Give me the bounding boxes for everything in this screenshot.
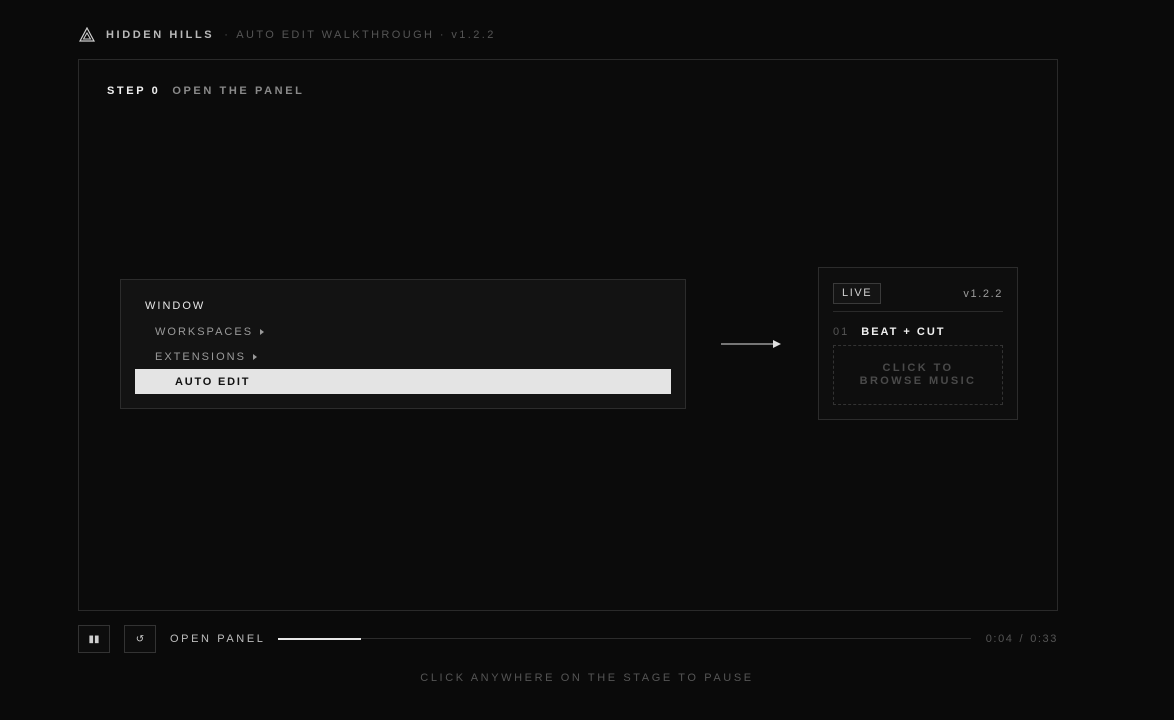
caret-right-icon <box>260 329 265 335</box>
pause-hint: CLICK ANYWHERE ON THE STAGE TO PAUSE <box>420 672 754 684</box>
time-separator: / <box>1019 633 1025 645</box>
progress-fill <box>278 637 362 640</box>
live-badge: LIVE <box>833 283 882 304</box>
brand-name: HIDDEN HILLS <box>106 29 215 41</box>
panel-divider <box>833 311 1003 312</box>
header: HIDDEN HILLS · AUTO EDIT WALKTHROUGH · v1… <box>79 26 496 44</box>
menu-item-auto-edit[interactable]: AUTO EDIT <box>135 369 671 394</box>
menu-item-workspaces[interactable]: WORKSPACES <box>155 326 265 338</box>
triangle-logo-icon <box>79 27 95 42</box>
track-name: BEAT + CUT <box>861 326 946 338</box>
browse-music-button[interactable]: CLICK TO BROWSE MUSIC <box>833 345 1003 405</box>
progress-track[interactable] <box>278 637 971 640</box>
menu-item-label: EXTENSIONS <box>155 351 246 363</box>
menu-item-extensions[interactable]: EXTENSIONS <box>155 351 257 363</box>
track-header: 01 BEAT + CUT <box>833 326 946 338</box>
time-readout: 0:04 / 0:33 <box>986 633 1058 645</box>
header-separator: · <box>224 29 231 41</box>
restart-button[interactable]: ↺ <box>124 625 156 653</box>
playback-controls: ▮▮ ↺ OPEN PANEL 0:04 / 0:33 <box>78 625 1058 653</box>
menu-heading-window[interactable]: WINDOW <box>145 300 205 312</box>
menu-item-label: AUTO EDIT <box>175 376 251 388</box>
step-header: STEP 0 OPEN THE PANEL <box>107 85 304 97</box>
current-step-label: OPEN PANEL <box>170 633 266 645</box>
track-number: 01 <box>833 326 850 338</box>
step-number: STEP 0 <box>107 85 161 97</box>
stage[interactable]: STEP 0 OPEN THE PANEL WINDOW WORKSPACES … <box>78 59 1058 611</box>
pause-button[interactable]: ▮▮ <box>78 625 110 653</box>
panel-version: v1.2.2 <box>963 288 1003 300</box>
header-subtitle: · AUTO EDIT WALKTHROUGH · v1.2.2 <box>224 29 496 41</box>
window-menu: WINDOW WORKSPACES EXTENSIONS AUTO EDIT <box>120 279 686 409</box>
menu-item-label: WORKSPACES <box>155 326 254 338</box>
walkthrough-title: AUTO EDIT WALKTHROUGH · v1.2.2 <box>236 29 496 41</box>
arrow-right-icon <box>721 340 781 348</box>
step-title: OPEN THE PANEL <box>172 85 305 97</box>
caret-right-icon <box>252 354 257 360</box>
auto-edit-panel: LIVE v1.2.2 01 BEAT + CUT CLICK TO BROWS… <box>818 267 1018 420</box>
time-current: 0:04 <box>985 633 1014 645</box>
time-total: 0:33 <box>1030 633 1058 645</box>
restart-icon: ↺ <box>135 633 145 645</box>
pause-icon: ▮▮ <box>88 633 100 645</box>
